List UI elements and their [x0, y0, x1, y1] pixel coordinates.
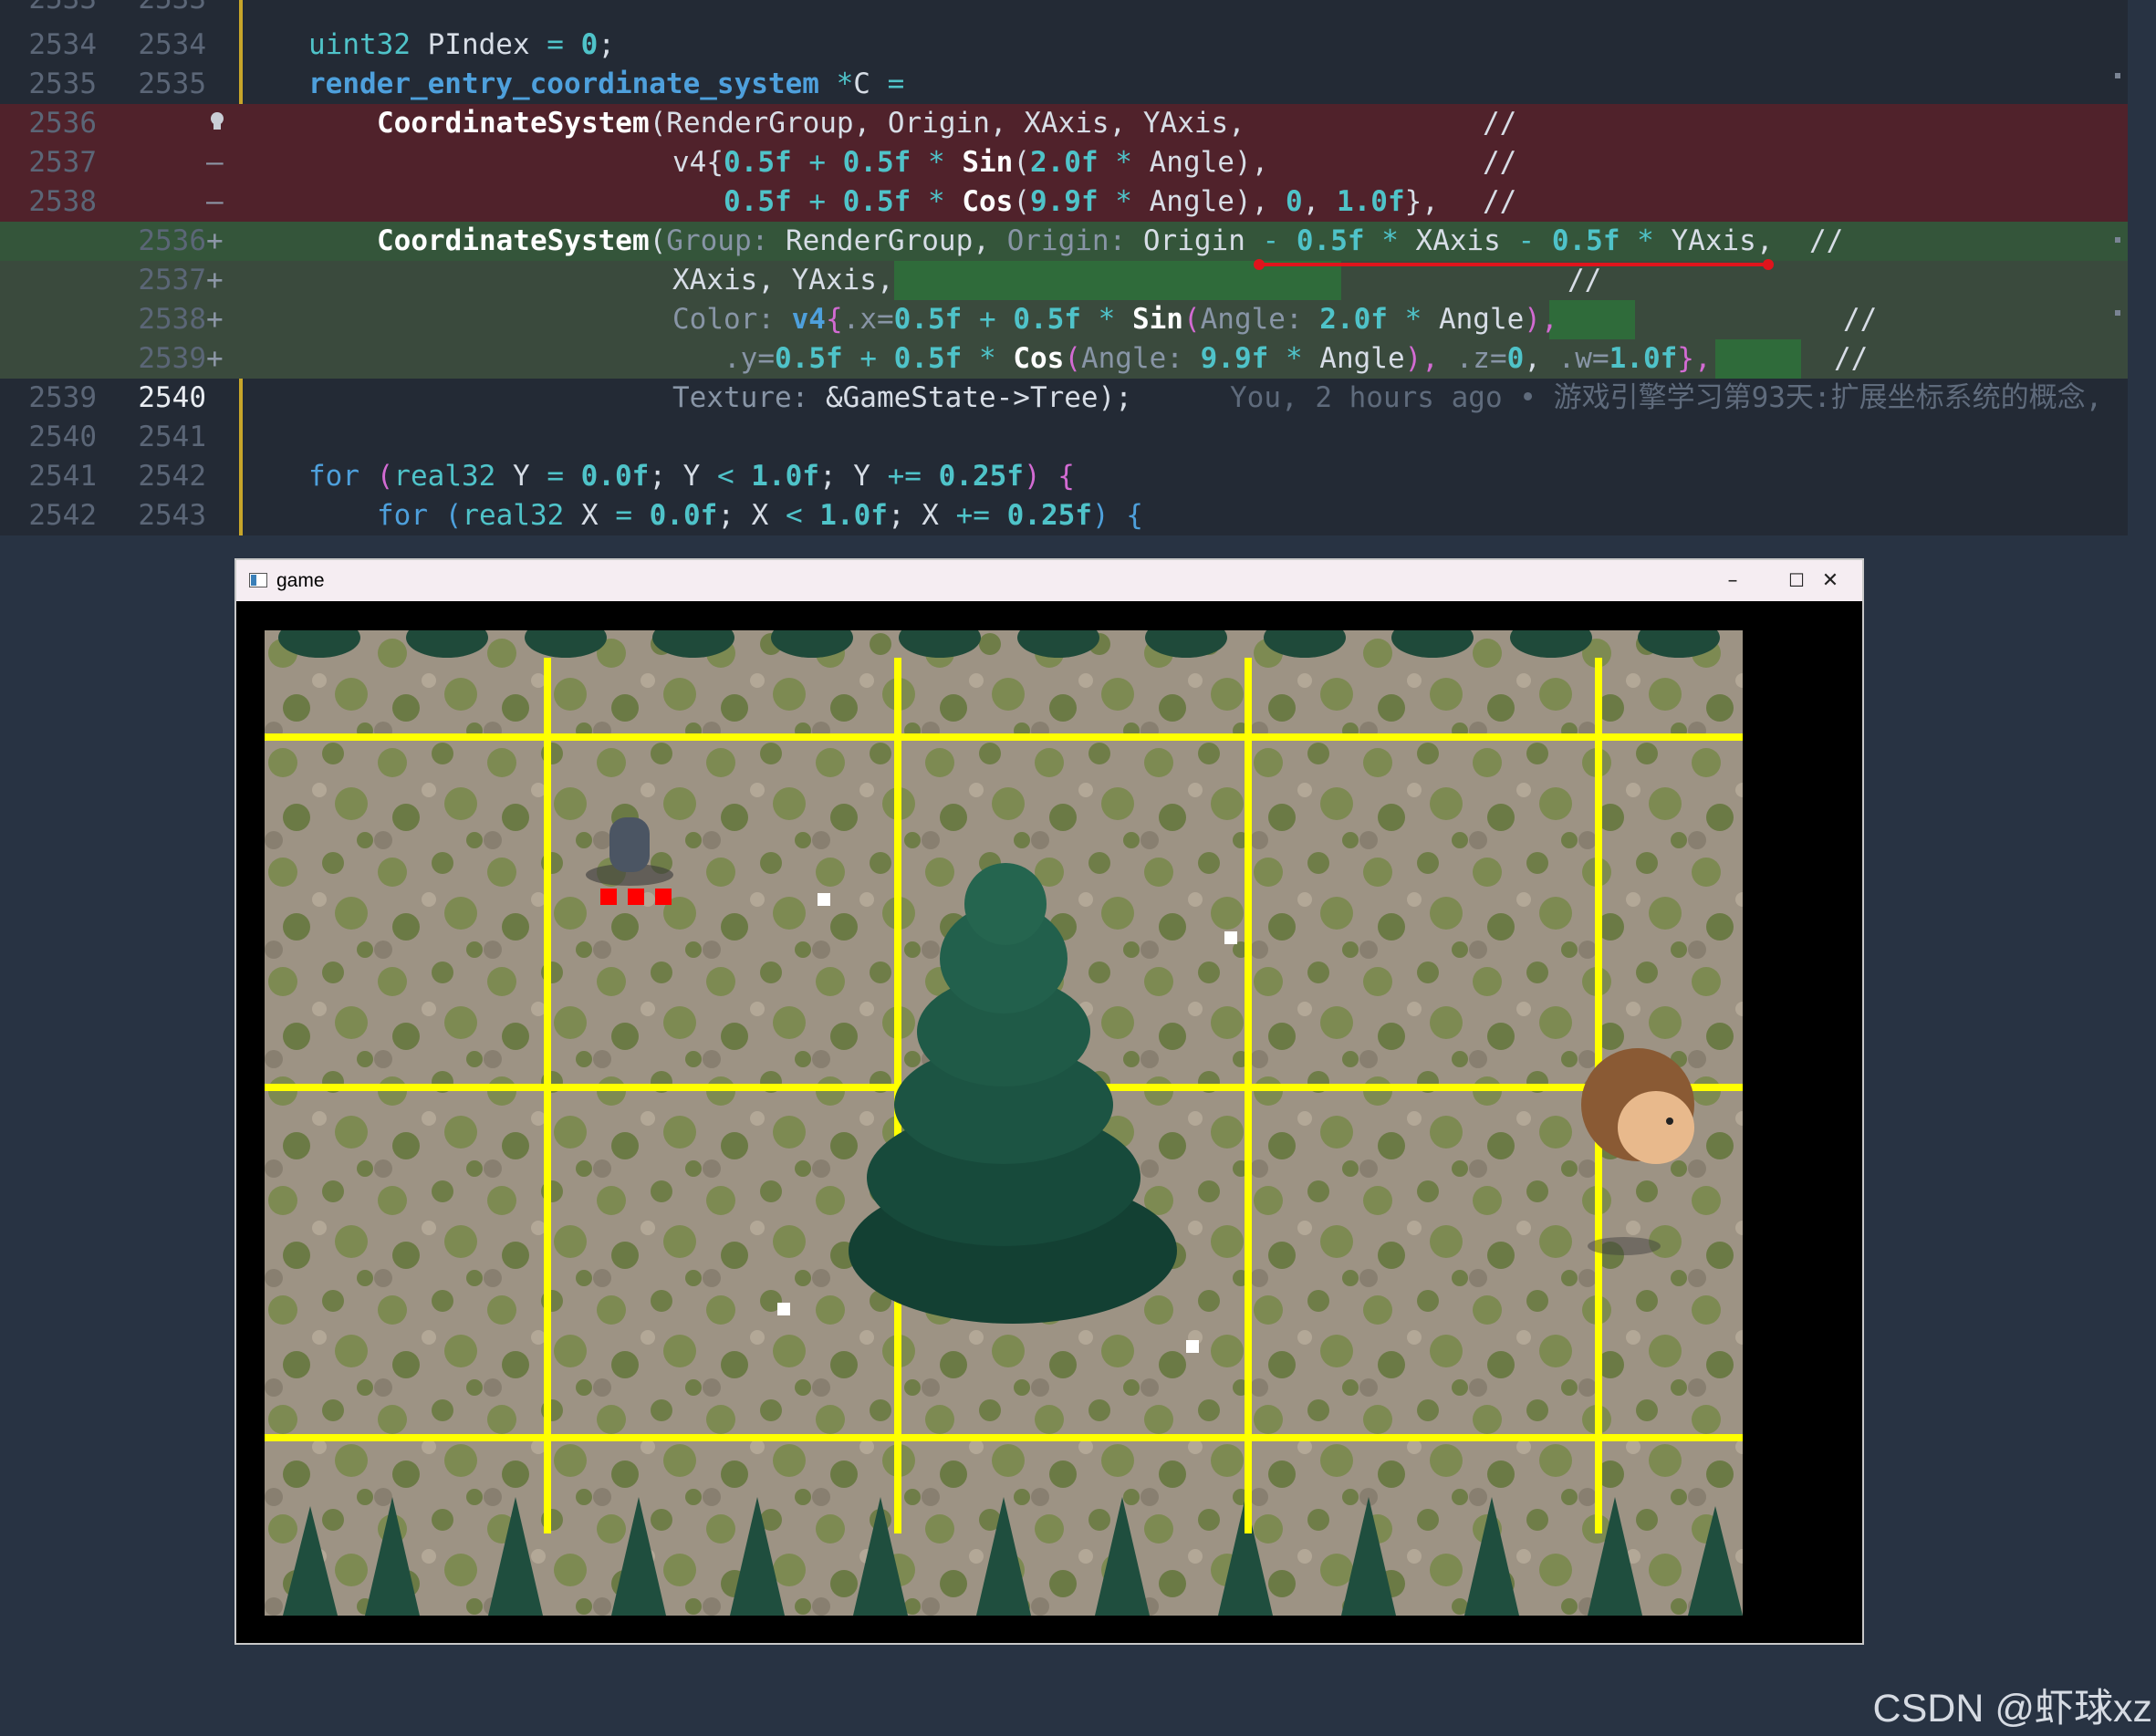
scrollbar-marker	[2115, 73, 2120, 78]
diff-marker: +	[206, 224, 224, 257]
old-line-number: 2537	[28, 146, 97, 179]
code-line[interactable]: 2541 2542 for (real32 Y = 0.0f; Y < 1.0f…	[0, 457, 2128, 496]
code-text: CoordinateSystem(Group: RenderGroup, Ori…	[377, 224, 1774, 257]
deleted-line[interactable]: 2537 — v4{0.5f + 0.5f * Sin(2.0f * Angle…	[0, 143, 2128, 182]
old-line-number: 2538	[28, 185, 97, 218]
debug-point-marker	[777, 1303, 790, 1315]
code-line-active[interactable]: 2539 2540 Texture: &GameState->Tree); Yo…	[0, 379, 2128, 418]
new-line-number: 2540	[138, 381, 206, 414]
code-text: Color: v4{.x=0.5f + 0.5f * Sin(Angle: 2.…	[672, 303, 1558, 336]
comment: //	[1834, 342, 1869, 375]
comment: //	[1483, 146, 1517, 179]
new-line-number: 2539	[138, 342, 206, 375]
diff-marker: +	[206, 264, 224, 296]
deleted-line[interactable]: 2536 CoordinateSystem(RenderGroup, Origi…	[0, 104, 2128, 143]
new-line-number: 2538	[138, 303, 206, 336]
inline-diff-highlight	[894, 261, 1341, 300]
code-text: Texture: &GameState->Tree);	[672, 381, 1132, 414]
old-line-number: 2542	[28, 499, 97, 532]
debug-point-marker	[818, 893, 830, 906]
old-line-number: 2541	[28, 460, 97, 493]
code-text: XAxis, YAxis,	[672, 264, 894, 296]
git-blame-annotation: You, 2 hours ago • 游戏引擎学习第93天:扩展坐标系统的概念,	[1230, 381, 2103, 414]
diff-marker: —	[206, 146, 224, 179]
deleted-line[interactable]: 2538 — 0.5f + 0.5f * Cos(9.9f * Angle), …	[0, 182, 2128, 222]
code-text: 0.5f + 0.5f * Cos(9.9f * Angle), 0, 1.0f…	[724, 185, 1439, 218]
code-editor-diff-view: 2533 2533 2534 2534 uint32 PIndex = 0; 2…	[0, 0, 2128, 535]
debug-point-marker	[1224, 931, 1237, 944]
old-line-number: 2536	[28, 107, 97, 140]
comment: //	[1843, 303, 1878, 336]
new-line-number: 2536	[138, 224, 206, 257]
old-line-number: 2539	[28, 381, 97, 414]
new-line-number: 2541	[138, 421, 206, 453]
added-line[interactable]: 2538 + Color: v4{.x=0.5f + 0.5f * Sin(An…	[0, 300, 2128, 339]
code-text: uint32 PIndex = 0;	[308, 28, 615, 61]
window-titlebar[interactable]: game – ☐ ✕	[236, 560, 1862, 601]
comment: //	[1568, 264, 1602, 296]
diff-marker: +	[206, 342, 224, 375]
red-underline-annotation	[1257, 263, 1771, 266]
watermark-credit: CSDN @虾球xz	[1872, 1687, 2152, 1731]
diff-marker: —	[206, 185, 224, 218]
old-line-number: 2534	[28, 28, 97, 61]
scrollbar-marker	[2115, 237, 2120, 243]
code-text: v4{0.5f + 0.5f * Sin(2.0f * Angle),	[672, 146, 1269, 179]
new-line-number: 2542	[138, 460, 206, 493]
old-line-number: 2535	[28, 68, 97, 100]
new-line-number: 2543	[138, 499, 206, 532]
added-line[interactable]: 2536 + CoordinateSystem(Group: RenderGro…	[0, 222, 2128, 261]
debug-point-marker	[1186, 1340, 1199, 1353]
app-window-icon	[249, 573, 267, 587]
added-line[interactable]: 2537 + XAxis, YAxis, //	[0, 261, 2128, 300]
code-line[interactable]: 2533 2533	[0, 0, 2128, 19]
old-line-number: 2540	[28, 421, 97, 453]
scrollbar-marker	[2115, 310, 2120, 316]
added-line[interactable]: 2539 + .y=0.5f + 0.5f * Cos(Angle: 9.9f …	[0, 339, 2128, 379]
inline-diff-highlight	[1715, 339, 1801, 379]
game-viewport[interactable]	[265, 630, 1743, 1616]
code-line[interactable]: 2534 2534 uint32 PIndex = 0;	[0, 26, 2128, 65]
code-text: for (real32 X = 0.0f; X < 1.0f; X += 0.2…	[377, 499, 1143, 532]
lightbulb-icon[interactable]	[208, 110, 226, 132]
red-underline-end-dot	[1763, 259, 1774, 270]
comment: //	[1483, 185, 1517, 218]
old-line-number: 2533	[18, 0, 97, 19]
code-line[interactable]: 2535 2535 render_entry_coordinate_system…	[0, 65, 2128, 104]
comment: //	[1483, 107, 1517, 140]
game-window[interactable]: game – ☐ ✕	[234, 558, 1864, 1645]
inline-diff-highlight	[1549, 300, 1635, 339]
code-text: for (real32 Y = 0.0f; Y < 1.0f; Y += 0.2…	[308, 460, 1075, 493]
red-underline-start-dot	[1254, 259, 1265, 270]
code-text: render_entry_coordinate_system *C =	[308, 68, 905, 100]
minimize-button[interactable]: –	[1701, 560, 1765, 601]
code-line[interactable]: 2542 2543 for (real32 X = 0.0f; X < 1.0f…	[0, 496, 2128, 535]
new-line-number: 2537	[138, 264, 206, 296]
new-line-number: 2535	[138, 68, 206, 100]
new-line-number: 2533	[128, 0, 206, 19]
diff-marker: +	[206, 303, 224, 336]
window-title: game	[276, 570, 325, 591]
code-line[interactable]: 2540 2541	[0, 418, 2128, 457]
code-text: CoordinateSystem(RenderGroup, Origin, XA…	[377, 107, 1245, 140]
close-button[interactable]: ✕	[1798, 560, 1862, 601]
comment: //	[1809, 224, 1844, 257]
code-text: .y=0.5f + 0.5f * Cos(Angle: 9.9f * Angle…	[724, 342, 1712, 375]
new-line-number: 2534	[138, 28, 206, 61]
